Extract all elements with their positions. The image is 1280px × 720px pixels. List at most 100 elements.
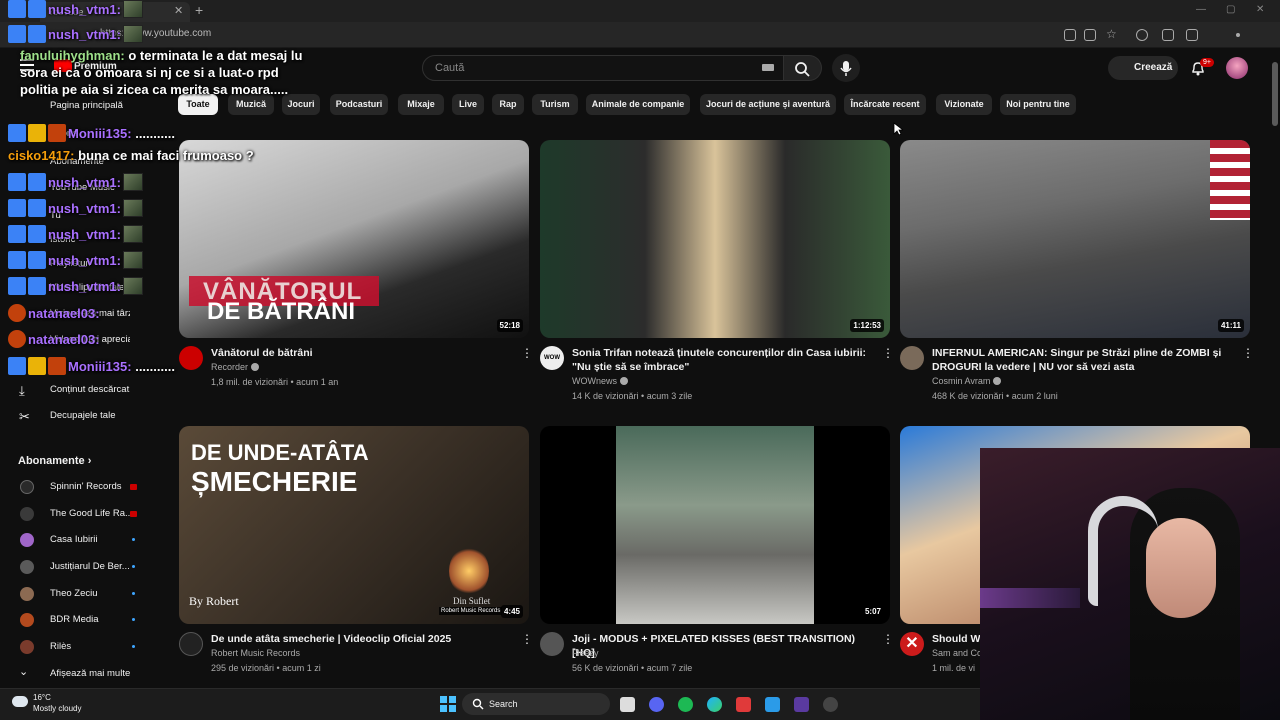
sidebar-item-label: Conținut descărcat bbox=[50, 384, 130, 395]
account-avatar[interactable] bbox=[1226, 57, 1248, 79]
more-options-icon[interactable]: ⋮ bbox=[882, 632, 894, 646]
search-input[interactable]: Caută bbox=[422, 55, 784, 81]
scrollbar-track[interactable] bbox=[1270, 48, 1280, 448]
chat-username: Moniii135: bbox=[68, 126, 132, 141]
chat-message: natanael03: bbox=[8, 304, 100, 322]
subscription-item[interactable]: Theo Zeciu bbox=[0, 582, 160, 606]
chat-badge-icon bbox=[48, 357, 66, 375]
video-card[interactable]: 5:07 Joji - MODUS + PIXELATED KISSES (BE… bbox=[540, 426, 894, 686]
channel-name[interactable]: Cosmin Avram bbox=[932, 376, 1002, 386]
steam-icon[interactable] bbox=[823, 697, 838, 712]
more-options-icon[interactable]: ⋮ bbox=[521, 346, 533, 360]
obs-studio-icon[interactable] bbox=[794, 697, 809, 712]
discord-icon[interactable] bbox=[649, 697, 664, 712]
video-meta: 56 K de vizionări • acum 7 zile bbox=[572, 663, 693, 673]
subscriptions-heading[interactable]: Abonamente › bbox=[18, 455, 91, 467]
close-window-icon[interactable]: ✕ bbox=[1256, 4, 1264, 15]
edge-icon[interactable] bbox=[707, 697, 722, 712]
browser-menu-icon[interactable] bbox=[1236, 33, 1240, 37]
chip-incarcate-recent[interactable]: Încărcate recent bbox=[844, 94, 926, 115]
video-title[interactable]: De unde atâta smecherie | Videoclip Ofic… bbox=[211, 632, 511, 646]
chip-podcasturi[interactable]: Podcasturi bbox=[330, 94, 388, 115]
chat-message: Moniii135: ........... bbox=[8, 357, 175, 375]
video-thumbnail[interactable]: 1:12:53 bbox=[540, 140, 890, 338]
subscription-item[interactable]: Casa Iubirii bbox=[0, 528, 160, 552]
subscription-label: BDR Media bbox=[50, 614, 99, 625]
windows-start-icon[interactable] bbox=[440, 696, 456, 712]
channel-avatar[interactable] bbox=[540, 632, 564, 656]
video-title[interactable]: INFERNUL AMERICAN: Singur pe Străzi plin… bbox=[932, 346, 1232, 374]
chat-username: nush_vtm1: bbox=[48, 27, 121, 42]
voice-search-button[interactable] bbox=[832, 54, 860, 82]
subscription-item[interactable]: The Good Life Ra... bbox=[0, 502, 160, 526]
chip-noi-pentru-tine[interactable]: Noi pentru tine bbox=[1000, 94, 1076, 115]
video-title[interactable]: Joji - MODUS + PIXELATED KISSES (BEST TR… bbox=[572, 632, 872, 660]
create-button[interactable]: Creează bbox=[1108, 56, 1178, 80]
minimize-icon[interactable]: — bbox=[1196, 4, 1206, 15]
channel-avatar[interactable] bbox=[900, 346, 924, 370]
chip-animale[interactable]: Animale de companie bbox=[586, 94, 690, 115]
more-options-icon[interactable]: ⋮ bbox=[882, 346, 894, 360]
more-options-icon[interactable]: ⋮ bbox=[521, 632, 533, 646]
video-meta: 468 K de vizionări • acum 2 luni bbox=[932, 391, 1058, 401]
keyboard-icon[interactable] bbox=[762, 64, 774, 71]
channel-avatar[interactable] bbox=[179, 632, 203, 656]
chip-rap[interactable]: Rap bbox=[492, 94, 524, 115]
new-content-dot bbox=[132, 565, 135, 568]
spotify-icon[interactable] bbox=[678, 697, 693, 712]
subscription-item[interactable]: Rilès bbox=[0, 635, 160, 659]
store-icon[interactable] bbox=[765, 697, 780, 712]
mouse-cursor-icon bbox=[893, 122, 903, 136]
video-card[interactable]: DE UNDE-ATÂTA ȘMECHERIE By Robert Din Su… bbox=[179, 426, 533, 686]
chat-username: fanuluihyghman: bbox=[20, 48, 125, 63]
chip-jocuri-actiune[interactable]: Jocuri de acțiune și aventură bbox=[700, 94, 836, 115]
video-thumbnail[interactable]: DE UNDE-ATÂTA ȘMECHERIE By Robert Din Su… bbox=[179, 426, 529, 624]
close-x-icon[interactable]: ✕ bbox=[900, 632, 924, 656]
subscription-item[interactable]: BDR Media bbox=[0, 608, 160, 632]
channel-avatar bbox=[20, 560, 34, 574]
channel-avatar[interactable]: WOW bbox=[540, 346, 564, 370]
channel-name[interactable]: WOWnews bbox=[572, 376, 628, 386]
scrollbar-thumb[interactable] bbox=[1272, 62, 1278, 126]
chat-emote-image bbox=[122, 199, 143, 217]
chat-username: nush_vtm1: bbox=[48, 227, 121, 242]
collections-icon[interactable] bbox=[1186, 29, 1198, 41]
video-title[interactable]: Sonia Trifan notează ținutele concurenți… bbox=[572, 346, 872, 374]
show-more-button[interactable]: Afișează mai multe bbox=[0, 662, 160, 686]
browser-essentials-icon[interactable] bbox=[1162, 29, 1174, 41]
search-button[interactable] bbox=[784, 55, 822, 81]
video-duration: 52:18 bbox=[496, 319, 523, 332]
app-icon[interactable] bbox=[1064, 29, 1076, 41]
chat-message: nush_vtm1: bbox=[8, 225, 143, 243]
subscription-item[interactable]: Justițiarul De Ber... bbox=[0, 555, 160, 579]
channel-name[interactable]: Sam and Co bbox=[932, 648, 982, 658]
extensions-icon[interactable] bbox=[1136, 29, 1148, 41]
video-card[interactable]: 1:12:53 WOW Sonia Trifan notează ținutel… bbox=[540, 140, 894, 401]
chat-message: nush_vtm1: bbox=[8, 173, 143, 191]
weather-temperature[interactable]: 16°C bbox=[33, 693, 51, 702]
video-card[interactable]: 41:11 INFERNUL AMERICAN: Singur pe Străz… bbox=[900, 140, 1254, 401]
cloud-icon[interactable] bbox=[12, 696, 28, 707]
maximize-icon[interactable]: ▢ bbox=[1226, 4, 1235, 15]
weather-description[interactable]: Mostly cloudy bbox=[33, 704, 81, 713]
read-aloud-icon[interactable] bbox=[1084, 29, 1096, 41]
subscription-item[interactable]: Spinnin' Records bbox=[0, 475, 160, 499]
video-duration: 41:11 bbox=[1217, 319, 1244, 332]
sidebar-item-clips[interactable]: Decupajele tale bbox=[0, 404, 160, 428]
taskbar-search[interactable]: Search bbox=[462, 693, 610, 715]
app-icon[interactable] bbox=[736, 697, 751, 712]
chip-vizionate[interactable]: Vizionate bbox=[936, 94, 992, 115]
chip-live[interactable]: Live bbox=[452, 94, 484, 115]
channel-name[interactable]: Fleezy bbox=[572, 648, 599, 658]
chip-turism[interactable]: Turism bbox=[532, 94, 578, 115]
task-view-icon[interactable] bbox=[620, 697, 635, 712]
video-thumbnail[interactable]: 41:11 bbox=[900, 140, 1250, 338]
sidebar-item-downloads[interactable]: Conținut descărcat bbox=[0, 378, 160, 402]
more-options-icon[interactable]: ⋮ bbox=[1242, 346, 1254, 360]
chip-mixaje[interactable]: Mixaje bbox=[398, 94, 444, 115]
thumbnail-label: Robert Music Records bbox=[439, 607, 503, 615]
channel-name[interactable]: Robert Music Records bbox=[211, 648, 300, 658]
chat-message-long: fanuluihyghman: o terminata le a dat mes… bbox=[20, 47, 310, 98]
video-thumbnail[interactable]: 5:07 bbox=[540, 426, 890, 624]
favorite-star-icon[interactable]: ☆ bbox=[1106, 27, 1118, 41]
